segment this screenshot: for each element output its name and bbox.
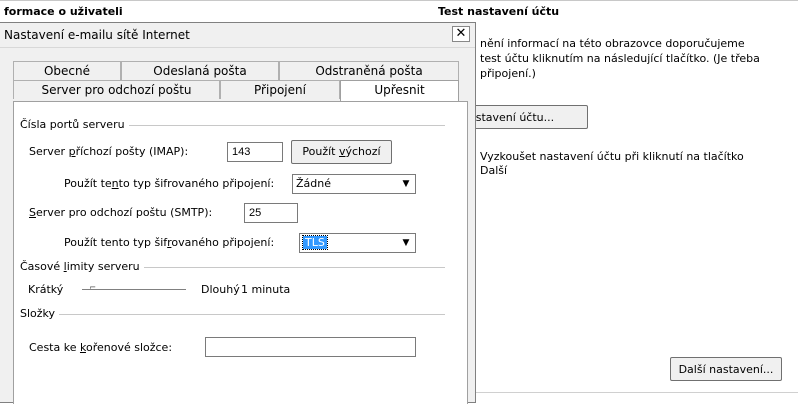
tab-advanced[interactable]: Upřesnit (340, 80, 459, 101)
timeouts-group-label: Časové limity serveru (20, 260, 144, 273)
test-settings-heading: Test nastavení účtu (438, 5, 560, 18)
tab-general[interactable]: Obecné (13, 61, 121, 80)
use-default-button[interactable]: Použít výchozí (291, 140, 392, 164)
test-account-settings-button[interactable]: astavení účtu... (460, 105, 588, 129)
advanced-tab-panel: Čísla portů serveru Server příchozí pošt… (13, 101, 468, 404)
top-divider (0, 0, 798, 1)
encryption-in-select[interactable]: Žádné ▼ (292, 174, 416, 194)
root-folder-input[interactable] (205, 337, 416, 357)
imap-port-input[interactable] (227, 142, 283, 162)
ports-group-label: Čísla portů serveru (20, 118, 129, 131)
test-info-text: nění informací na této obrazovce doporuč… (480, 37, 760, 80)
encryption-out-value: TLS (302, 235, 328, 250)
chevron-down-icon[interactable]: ▼ (399, 177, 413, 191)
root-folder-label: Cesta ke kořenové složce: (29, 341, 173, 354)
dialog-title: Nastavení e-mailu sítě Internet (4, 28, 190, 42)
encryption-in-value: Žádné (296, 177, 331, 190)
encryption-out-select[interactable]: TLS ▼ (299, 233, 416, 253)
imap-port-label: Server příchozí pošty (IMAP): (29, 145, 189, 158)
tab-deleted-items[interactable]: Odstraněná pošta (279, 61, 459, 80)
user-info-heading: formace o uživateli (4, 5, 123, 18)
tab-row-1: Obecné Odeslaná pošta Odstraněná pošta (13, 61, 459, 80)
tab-sent-items[interactable]: Odeslaná pošta (121, 61, 279, 80)
folders-group-line (20, 314, 445, 315)
tab-outgoing-server[interactable]: Server pro odchozí poštu (13, 80, 220, 99)
smtp-port-input[interactable] (244, 203, 298, 223)
folders-group-label: Složky (20, 307, 60, 320)
close-icon[interactable]: ✕ (452, 26, 470, 42)
dialog-titlebar[interactable]: Nastavení e-mailu sítě Internet ✕ (0, 23, 475, 48)
more-settings-button[interactable]: Další nastavení... (670, 357, 782, 381)
smtp-port-label: Server pro odchozí poštu (SMTP): (29, 206, 213, 219)
encryption-out-label: Použít tento typ šifrovaného připojení: (64, 236, 275, 249)
test-on-next-checkbox-label[interactable]: Vyzkoušet nastavení účtu při kliknutí na… (480, 150, 770, 178)
tab-connection[interactable]: Připojení (220, 80, 340, 99)
timeout-slider-thumb[interactable]: ⌐ (89, 284, 96, 292)
tab-row-2: Server pro odchozí poštu Připojení Upřes… (13, 80, 459, 101)
timeout-long-label: Dlouhý (201, 283, 240, 296)
timeout-value: 1 minuta (241, 283, 291, 296)
internet-email-settings-dialog: Nastavení e-mailu sítě Internet ✕ Obecné… (0, 22, 476, 404)
chevron-down-icon[interactable]: ▼ (399, 236, 413, 250)
timeout-short-label: Krátký (28, 283, 64, 296)
encryption-in-label: Použít tento typ šifrovaného připojení: (64, 177, 275, 190)
timeout-slider-track[interactable] (82, 289, 186, 290)
